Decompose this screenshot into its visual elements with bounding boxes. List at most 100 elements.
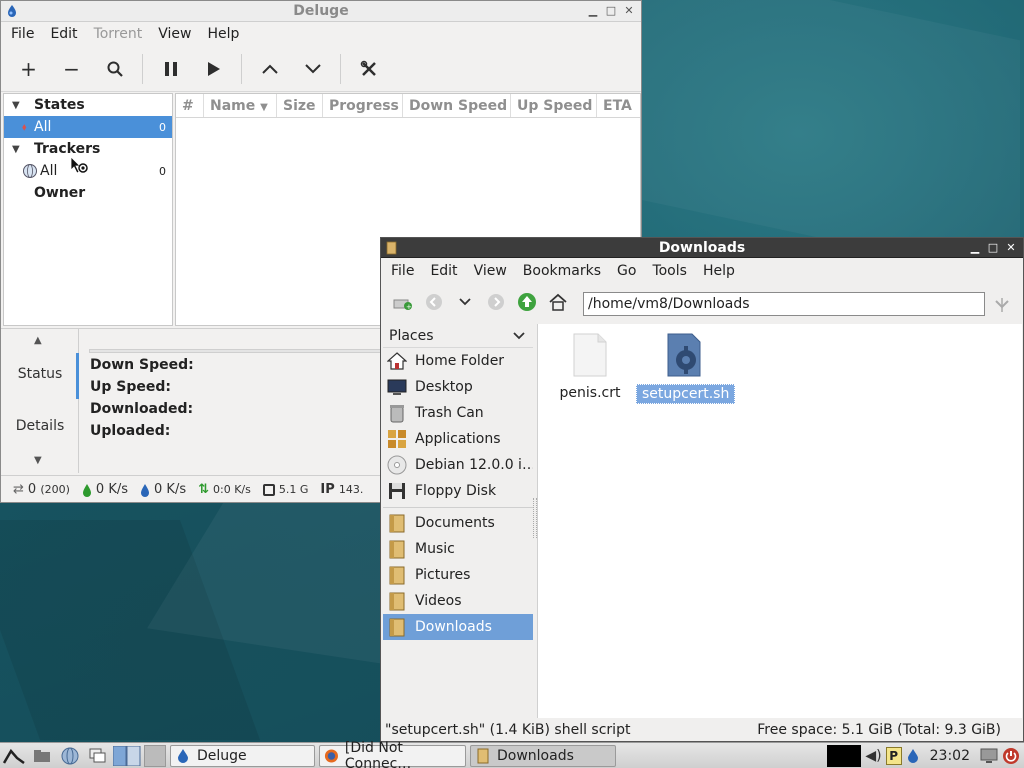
- home-button[interactable]: [542, 287, 573, 317]
- floppy-icon: [389, 483, 405, 499]
- ip-status[interactable]: IP 143.: [320, 482, 363, 497]
- resume-button[interactable]: [192, 49, 235, 89]
- states-header[interactable]: ▼ States: [4, 94, 172, 116]
- place-trash[interactable]: Trash Can: [383, 400, 533, 426]
- minimize-button[interactable]: ▁: [585, 2, 601, 20]
- power-icon[interactable]: [1002, 747, 1020, 765]
- folder-icon: [389, 592, 405, 611]
- column-progress[interactable]: Progress: [323, 94, 403, 117]
- uploaded-label: Uploaded:: [90, 423, 171, 439]
- column-down-speed[interactable]: Down Speed: [403, 94, 511, 117]
- menu-torrent[interactable]: Torrent: [86, 26, 151, 42]
- chevron-down-icon: [304, 63, 321, 73]
- download-speed-status[interactable]: 0 K/s: [82, 482, 128, 497]
- maximize-button[interactable]: □: [985, 239, 1001, 257]
- tab-scroll-up-icon[interactable]: ▲: [34, 335, 42, 346]
- places-header[interactable]: Places: [383, 324, 533, 348]
- task-deluge[interactable]: Deluge: [170, 744, 315, 767]
- task-browser[interactable]: [Did Not Connec…: [319, 740, 466, 768]
- close-button[interactable]: ✕: [1003, 239, 1019, 257]
- minimize-all-launcher[interactable]: [84, 744, 112, 768]
- location-bar[interactable]: /home/vm8/Downloads: [583, 292, 985, 316]
- connections-status[interactable]: ⇄ 0 (200): [13, 482, 70, 497]
- bookmark-videos[interactable]: Videos: [383, 588, 533, 614]
- chevron-up-icon: [261, 64, 278, 74]
- place-debian-disc[interactable]: Debian 12.0.0 i…: [383, 452, 533, 478]
- forward-button[interactable]: [480, 287, 511, 317]
- workspace-switcher[interactable]: [112, 744, 142, 768]
- deluge-titlebar[interactable]: Deluge ▁ □ ✕: [1, 1, 641, 22]
- folder-icon: [389, 566, 405, 585]
- bookmark-pictures[interactable]: Pictures: [383, 562, 533, 588]
- menu-help[interactable]: Help: [695, 263, 743, 279]
- preferences-button[interactable]: [347, 49, 390, 89]
- screen-lock-icon[interactable]: [980, 748, 998, 764]
- back-button[interactable]: [418, 287, 449, 317]
- tab-scroll-down-icon[interactable]: ▼: [34, 455, 42, 466]
- start-menu-button[interactable]: [0, 744, 28, 768]
- bookmark-downloads[interactable]: Downloads: [383, 614, 533, 640]
- fm-titlebar[interactable]: Downloads ▁ □ ✕: [381, 238, 1023, 258]
- menu-view[interactable]: View: [466, 263, 515, 279]
- file-view[interactable]: penis.crt setupcert.sh: [537, 324, 1022, 718]
- menu-tools[interactable]: Tools: [644, 263, 695, 279]
- tab-status[interactable]: Status: [1, 366, 79, 382]
- file-manager-launcher[interactable]: [28, 744, 56, 768]
- remove-torrent-button[interactable]: −: [50, 49, 93, 89]
- place-floppy-disk[interactable]: Floppy Disk: [383, 478, 533, 504]
- column-up-speed[interactable]: Up Speed: [511, 94, 597, 117]
- queue-down-button[interactable]: [291, 49, 334, 89]
- column-eta[interactable]: ETA: [597, 94, 639, 117]
- file-item-selected[interactable]: setupcert.sh: [636, 332, 736, 404]
- cpu-monitor[interactable]: [827, 745, 862, 767]
- fm-menubar: File Edit View Bookmarks Go Tools Help: [381, 258, 1023, 284]
- owner-header[interactable]: Owner: [4, 182, 172, 204]
- bookmark-documents[interactable]: Documents: [383, 510, 533, 536]
- place-applications[interactable]: Applications: [383, 426, 533, 452]
- queue-up-button[interactable]: [248, 49, 291, 89]
- browser-launcher[interactable]: [56, 744, 84, 768]
- clock[interactable]: 23:02: [930, 748, 970, 764]
- task-downloads[interactable]: Downloads: [470, 744, 616, 767]
- protocol-traffic-status[interactable]: ⇅ 0:0 K/s: [198, 482, 251, 497]
- upload-speed-status[interactable]: 0 K/s: [140, 482, 186, 497]
- pause-button[interactable]: [149, 49, 192, 89]
- deluge-menubar: File Edit Torrent View Help: [1, 22, 641, 46]
- volume-icon[interactable]: ◀): [865, 748, 881, 764]
- states-all-item[interactable]: ⬧ All 0: [4, 116, 172, 138]
- place-home-folder[interactable]: Home Folder: [383, 348, 533, 374]
- back-arrow-icon: [425, 294, 442, 310]
- tab-details[interactable]: Details: [1, 418, 79, 434]
- places-label: Places: [389, 327, 434, 344]
- go-jump-button[interactable]: [991, 294, 1013, 316]
- menu-bookmarks[interactable]: Bookmarks: [515, 263, 609, 279]
- search-button[interactable]: [93, 49, 136, 89]
- menu-help[interactable]: Help: [199, 26, 247, 42]
- minimize-button[interactable]: ▁: [967, 239, 983, 257]
- menu-file[interactable]: File: [383, 263, 422, 279]
- column-size[interactable]: Size: [277, 94, 323, 117]
- workspace-blank[interactable]: [144, 744, 166, 767]
- column-name[interactable]: Name ▼: [204, 94, 277, 117]
- trash-icon: [390, 405, 404, 423]
- place-desktop[interactable]: Desktop: [383, 374, 533, 400]
- parent-folder-button[interactable]: [511, 287, 542, 317]
- menu-edit[interactable]: Edit: [42, 26, 85, 42]
- menu-file[interactable]: File: [3, 26, 42, 42]
- file-item[interactable]: penis.crt: [542, 332, 638, 402]
- column-number[interactable]: #: [176, 94, 204, 117]
- close-button[interactable]: ✕: [621, 2, 637, 20]
- tray-p-icon[interactable]: P: [885, 747, 902, 765]
- free-space-status[interactable]: 5.1 G: [262, 483, 308, 496]
- bookmark-music[interactable]: Music: [383, 536, 533, 562]
- deluge-tray-icon[interactable]: [906, 748, 920, 764]
- menu-view[interactable]: View: [150, 26, 199, 42]
- menu-go[interactable]: Go: [609, 263, 644, 279]
- history-dropdown-button[interactable]: [449, 287, 480, 317]
- new-tab-button[interactable]: +: [387, 287, 418, 317]
- add-torrent-button[interactable]: +: [7, 49, 50, 89]
- maximize-button[interactable]: □: [603, 2, 619, 20]
- svg-text:+: +: [406, 303, 412, 310]
- document-icon: [573, 333, 607, 377]
- menu-edit[interactable]: Edit: [422, 263, 465, 279]
